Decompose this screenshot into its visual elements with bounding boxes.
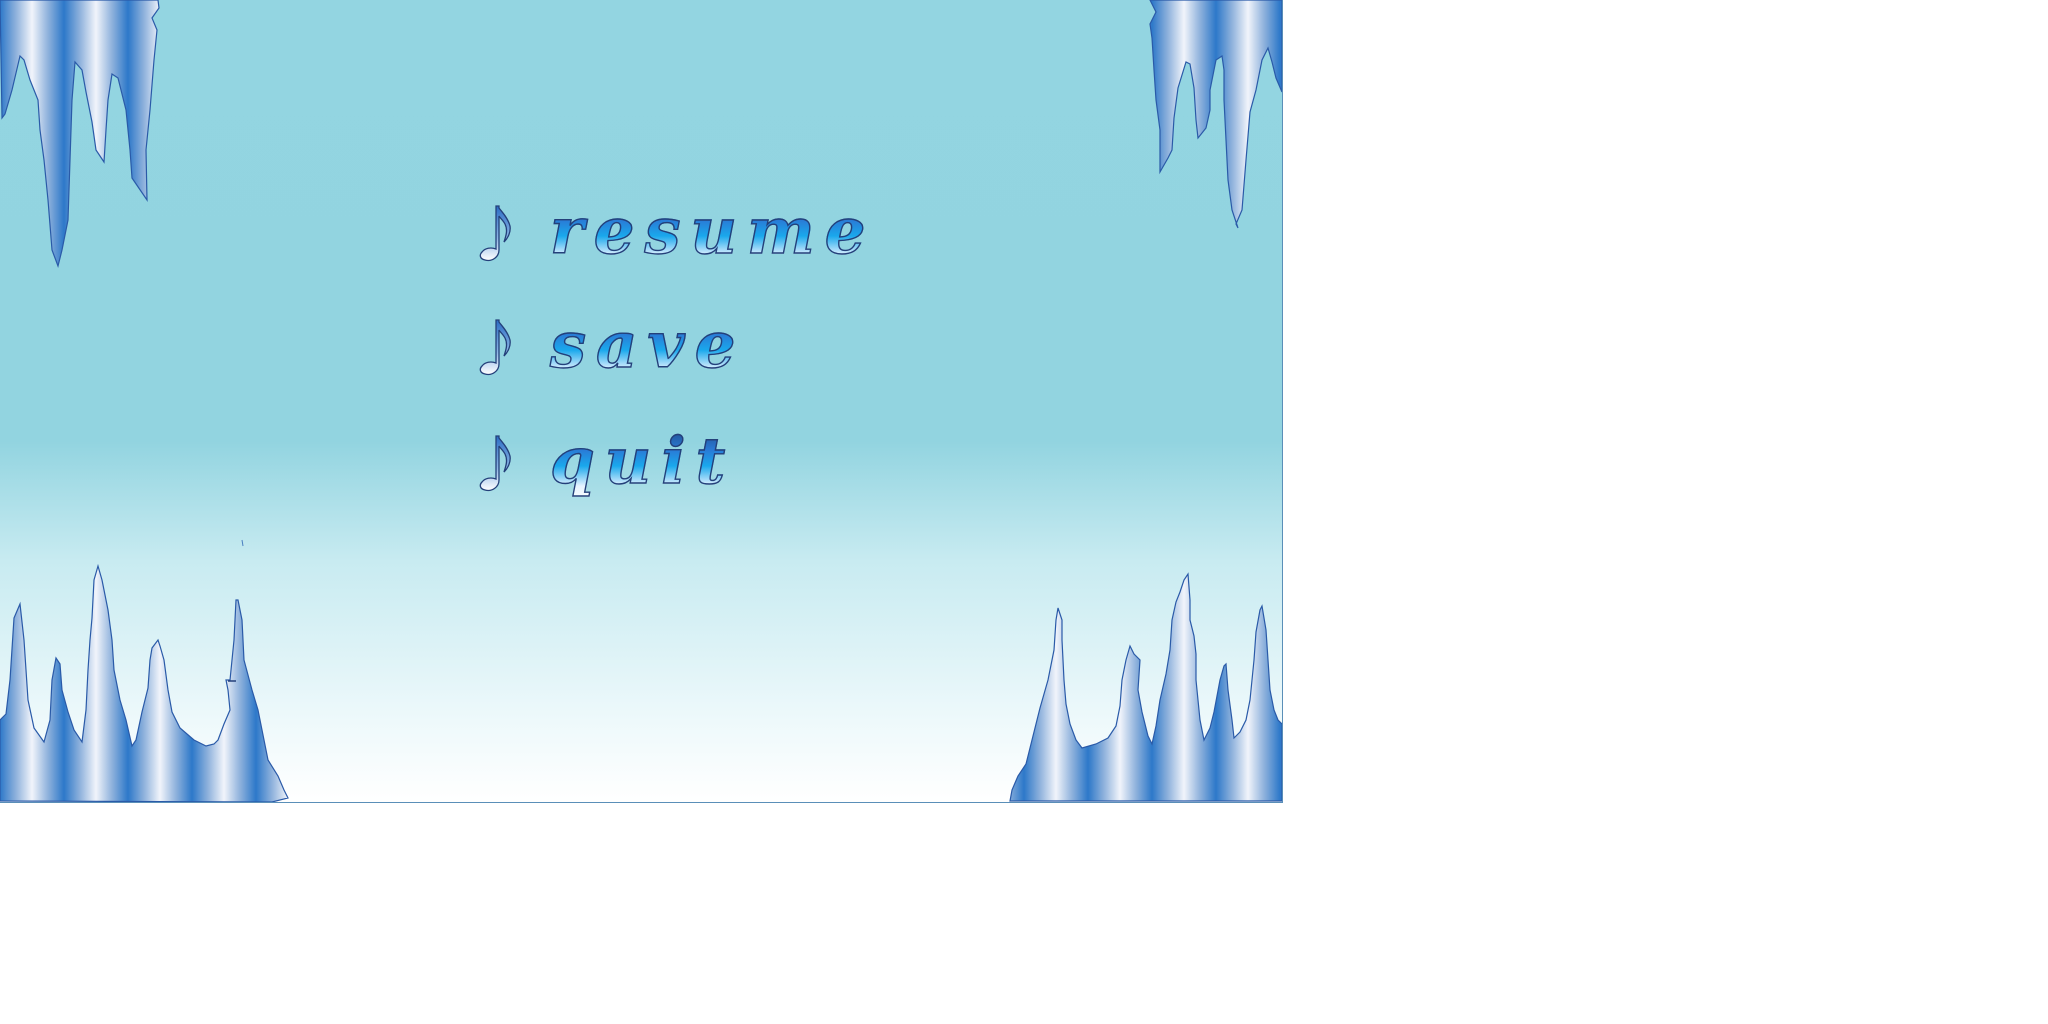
menu-item-resume[interactable]: resume	[478, 193, 898, 276]
ice-decoration	[0, 0, 1282, 802]
music-note-icon	[479, 205, 511, 262]
music-note-icon	[479, 435, 511, 492]
music-note-icon	[479, 319, 511, 376]
icicle-top-left	[0, 0, 160, 269]
menu-label-resume: resume	[549, 192, 875, 272]
menu-label-save: save	[549, 306, 745, 386]
game-canvas: resume save quit	[0, 0, 1283, 803]
ice-spikes-bottom-left	[0, 563, 289, 802]
menu-item-save[interactable]: save	[478, 307, 898, 390]
menu-label-quit: quit	[549, 422, 735, 502]
menu-item-quit[interactable]: quit	[478, 423, 898, 506]
ice-speck	[241, 539, 244, 547]
ice-spikes-bottom-right	[1009, 572, 1282, 802]
icicle-top-right	[1149, 0, 1282, 229]
